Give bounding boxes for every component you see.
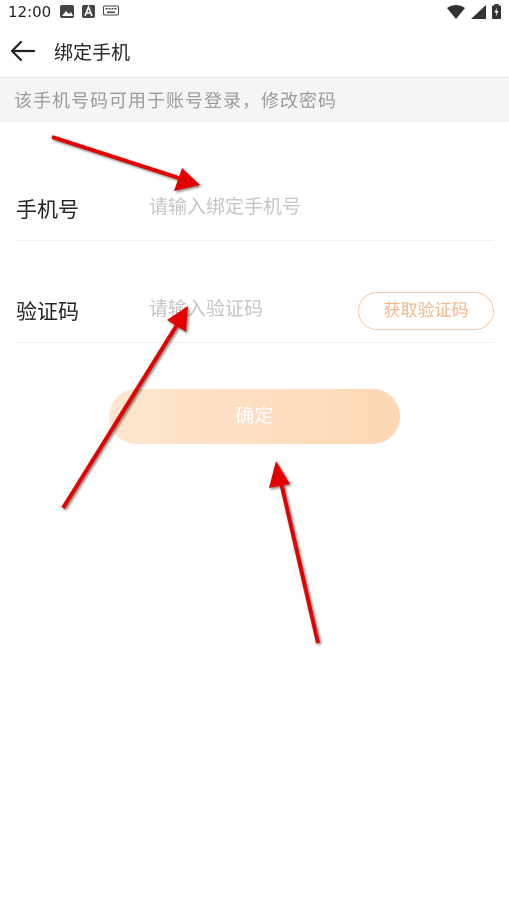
- status-time: 12:00: [8, 3, 52, 21]
- phone-input[interactable]: [149, 190, 359, 224]
- get-code-button[interactable]: 获取验证码: [358, 292, 494, 330]
- keyboard-icon: [103, 5, 119, 16]
- code-label: 验证码: [16, 300, 79, 324]
- status-bar: 12:00: [0, 0, 509, 24]
- wifi-icon: [447, 4, 465, 19]
- hint-text: 该手机号码可用于账号登录，修改密码: [14, 91, 337, 112]
- hint-banner: 该手机号码可用于账号登录，修改密码: [0, 77, 509, 122]
- confirm-button[interactable]: 确定: [109, 389, 400, 444]
- signal-icon: [471, 4, 486, 19]
- a-icon: [82, 5, 95, 18]
- back-button[interactable]: [8, 36, 38, 66]
- code-row: 验证码 获取验证码: [16, 240, 494, 343]
- page-title: 绑定手机: [54, 42, 131, 64]
- phone-label: 手机号: [16, 198, 79, 222]
- back-arrow-icon: [10, 40, 36, 62]
- status-icons-right: [447, 4, 501, 19]
- app-bar: 绑定手机: [0, 24, 509, 76]
- image-icon: [60, 5, 74, 18]
- arrow-to-confirm-button: [269, 461, 320, 644]
- code-input[interactable]: [149, 292, 359, 326]
- phone-row: 手机号: [16, 138, 494, 241]
- battery-icon: [492, 4, 501, 19]
- status-icons-left: [60, 5, 119, 18]
